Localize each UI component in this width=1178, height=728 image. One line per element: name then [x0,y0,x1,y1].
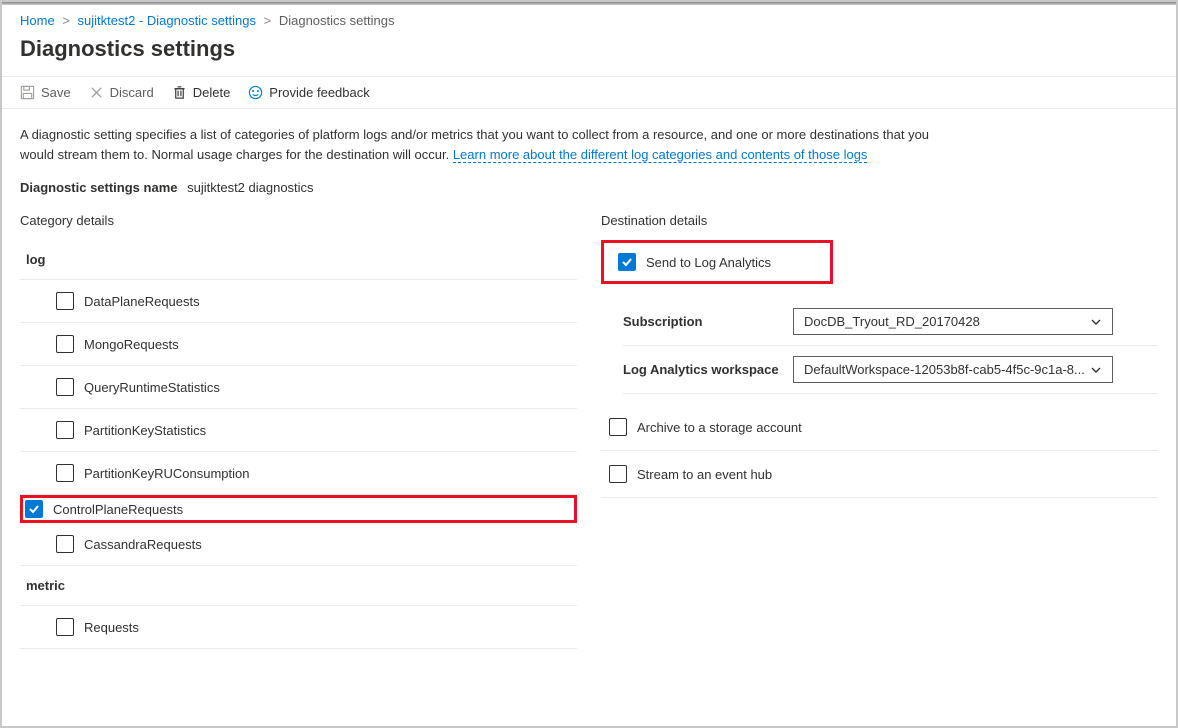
chevron-down-icon [1090,316,1102,328]
log-category-row: PartitionKeyRUConsumption [20,452,577,495]
category-details-column: Category details log DataPlaneRequests Mo… [20,213,577,649]
workspace-dropdown[interactable]: DefaultWorkspace-12053b8f-cab5-4f5c-9c1a… [793,356,1113,383]
destination-details-column: Destination details Send to Log Analytic… [601,213,1158,649]
close-icon [89,85,104,100]
archive-storage-label: Archive to a storage account [637,420,802,435]
send-log-analytics-label: Send to Log Analytics [646,255,771,270]
log-category-row: PartitionKeyStatistics [20,409,577,452]
log-category-label: DataPlaneRequests [84,294,200,309]
workspace-label: Log Analytics workspace [623,362,781,377]
metric-section-header: metric [20,566,577,606]
category-checkbox[interactable] [56,378,74,396]
category-checkbox[interactable] [56,618,74,636]
archive-storage-checkbox[interactable] [609,418,627,436]
breadcrumb-home[interactable]: Home [20,13,55,28]
log-section-header: log [20,240,577,280]
log-category-label: MongoRequests [84,337,179,352]
send-log-analytics-checkbox[interactable] [618,253,636,271]
log-category-label: PartitionKeyRUConsumption [84,466,249,481]
breadcrumb-current: Diagnostics settings [279,13,395,28]
category-checkbox[interactable] [56,535,74,553]
trash-icon [172,85,187,100]
category-checkbox[interactable] [25,500,43,518]
breadcrumb: Home > sujitktest2 - Diagnostic settings… [2,5,1176,32]
save-button[interactable]: Save [20,85,71,100]
description-text: A diagnostic setting specifies a list of… [20,125,940,164]
stream-eventhub-label: Stream to an event hub [637,467,772,482]
setting-name-label: Diagnostic settings name [20,180,177,195]
subscription-dropdown[interactable]: DocDB_Tryout_RD_20170428 [793,308,1113,335]
setting-name-value: sujitktest2 diagnostics [187,180,313,195]
log-category-label: ControlPlaneRequests [53,502,183,517]
metric-category-row: Requests [20,606,577,649]
category-details-title: Category details [20,213,577,228]
log-category-label: PartitionKeyStatistics [84,423,206,438]
category-checkbox[interactable] [56,464,74,482]
subscription-label: Subscription [623,314,781,329]
metric-category-label: Requests [84,620,139,635]
log-category-row: CassandraRequests [20,523,577,566]
log-category-row: MongoRequests [20,323,577,366]
category-checkbox[interactable] [56,335,74,353]
smiley-icon [248,85,263,100]
log-category-row: DataPlaneRequests [20,280,577,323]
chevron-right-icon: > [62,13,70,28]
page-title: Diagnostics settings [2,32,1176,76]
stream-eventhub-row: Stream to an event hub [601,451,1158,498]
send-log-analytics-highlight: Send to Log Analytics [601,240,833,284]
destination-details-title: Destination details [601,213,1158,228]
chevron-down-icon [1090,364,1102,376]
chevron-right-icon: > [264,13,272,28]
learn-more-link[interactable]: Learn more about the different log categ… [453,147,868,163]
log-category-row: QueryRuntimeStatistics [20,366,577,409]
save-icon [20,85,35,100]
log-category-row: ControlPlaneRequests [20,495,577,523]
log-category-label: CassandraRequests [84,537,202,552]
feedback-button[interactable]: Provide feedback [248,85,369,100]
stream-eventhub-checkbox[interactable] [609,465,627,483]
log-category-label: QueryRuntimeStatistics [84,380,220,395]
delete-button[interactable]: Delete [172,85,231,100]
toolbar: Save Discard Delete Provide feedback [2,76,1176,109]
discard-button[interactable]: Discard [89,85,154,100]
archive-storage-row: Archive to a storage account [601,404,1158,451]
category-checkbox[interactable] [56,292,74,310]
breadcrumb-mid[interactable]: sujitktest2 - Diagnostic settings [78,13,256,28]
category-checkbox[interactable] [56,421,74,439]
